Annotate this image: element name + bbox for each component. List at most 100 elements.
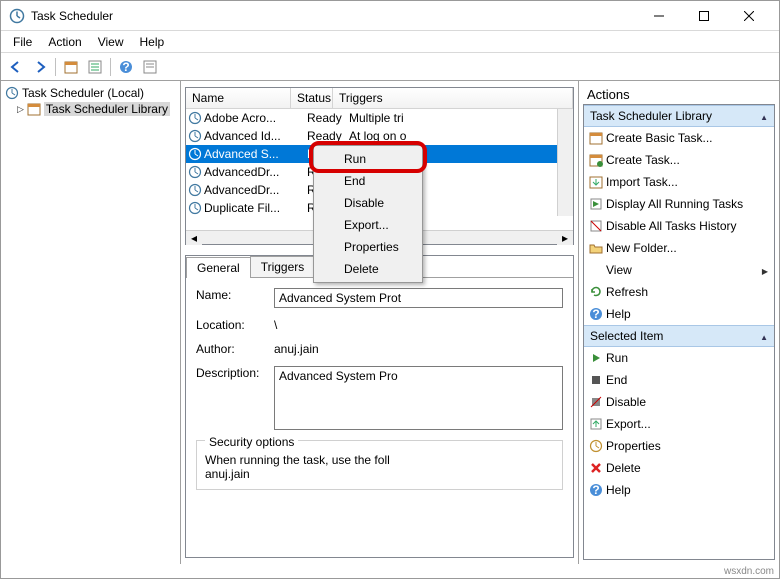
center-pane: Name Status Triggers Adobe Acro...ReadyM… — [181, 81, 579, 564]
svg-text:?: ? — [592, 307, 599, 321]
action-label: Help — [606, 307, 631, 321]
menu-bar: File Action View Help — [1, 31, 779, 53]
running-icon — [588, 196, 604, 212]
context-menu-run[interactable]: Run — [316, 148, 420, 170]
watermark: wsxdn.com — [724, 566, 774, 577]
action-label: Run — [606, 351, 628, 365]
action-properties[interactable]: Properties — [584, 435, 774, 457]
tab-triggers[interactable]: Triggers — [250, 256, 316, 277]
close-button[interactable] — [726, 2, 771, 30]
context-menu-end[interactable]: End — [316, 170, 420, 192]
actions-section-selected[interactable]: Selected Item — [584, 325, 774, 347]
tree-root-label: Task Scheduler (Local) — [22, 86, 144, 100]
maximize-button[interactable] — [681, 2, 726, 30]
collapse-icon[interactable] — [760, 109, 768, 123]
calendar-new-icon — [588, 152, 604, 168]
security-text: When running the task, use the foll — [205, 453, 554, 467]
tree-child[interactable]: ▷ Task Scheduler Library — [3, 101, 178, 117]
menu-view[interactable]: View — [90, 33, 132, 51]
expand-icon[interactable]: ▷ — [17, 104, 24, 115]
details-icon[interactable] — [84, 56, 106, 78]
context-menu-properties[interactable]: Properties — [316, 236, 420, 258]
action-display-all-running-tasks[interactable]: Display All Running Tasks — [584, 193, 774, 215]
action-import-task-[interactable]: Import Task... — [584, 171, 774, 193]
action-label: Create Basic Task... — [606, 131, 713, 145]
forward-button[interactable] — [29, 56, 51, 78]
action-label: Disable — [606, 395, 646, 409]
action-delete[interactable]: Delete — [584, 457, 774, 479]
task-details: General Triggers A Name: Advanced System… — [185, 255, 574, 558]
security-legend: Security options — [205, 435, 298, 449]
tree-pane: Task Scheduler (Local) ▷ Task Scheduler … — [1, 81, 181, 564]
blank-icon — [588, 262, 604, 278]
minimize-button[interactable] — [636, 2, 681, 30]
context-menu: RunEndDisableExport...PropertiesDelete — [313, 145, 423, 283]
svg-text:?: ? — [592, 483, 599, 497]
help-icon: ? — [588, 482, 604, 498]
action-end[interactable]: End — [584, 369, 774, 391]
properties-icon[interactable] — [139, 56, 161, 78]
refresh-icon — [588, 284, 604, 300]
action-disable[interactable]: Disable — [584, 391, 774, 413]
task-status: Ready — [307, 111, 349, 125]
context-menu-export-[interactable]: Export... — [316, 214, 420, 236]
task-name: Duplicate Fil... — [204, 201, 307, 215]
action-label: Create Task... — [606, 153, 680, 167]
author-label: Author: — [196, 342, 274, 356]
svg-text:?: ? — [122, 60, 129, 74]
title-bar: Task Scheduler — [1, 1, 779, 31]
collapse-icon[interactable] — [760, 329, 768, 343]
action-disable-all-tasks-history[interactable]: Disable All Tasks History — [584, 215, 774, 237]
actions-section-library[interactable]: Task Scheduler Library — [584, 105, 774, 127]
col-name[interactable]: Name — [186, 88, 291, 108]
task-name: Adobe Acro... — [204, 111, 307, 125]
task-name: AdvancedDr... — [204, 183, 307, 197]
action-export-[interactable]: Export... — [584, 413, 774, 435]
description-field[interactable]: Advanced System Pro — [274, 366, 563, 430]
col-status[interactable]: Status — [291, 88, 333, 108]
location-label: Location: — [196, 318, 274, 332]
action-refresh[interactable]: Refresh — [584, 281, 774, 303]
action-label: Display All Running Tasks — [606, 197, 743, 211]
table-row[interactable]: Adobe Acro...ReadyMultiple tri — [186, 109, 573, 127]
task-name: AdvancedDr... — [204, 165, 307, 179]
export-icon — [588, 416, 604, 432]
task-list-header: Name Status Triggers — [186, 88, 573, 109]
vertical-scrollbar[interactable] — [557, 109, 573, 216]
action-new-folder-[interactable]: New Folder... — [584, 237, 774, 259]
action-help[interactable]: ?Help — [584, 479, 774, 501]
action-label: Refresh — [606, 285, 648, 299]
calendar-icon[interactable] — [60, 56, 82, 78]
action-view[interactable]: View — [584, 259, 774, 281]
name-field[interactable]: Advanced System Prot — [274, 288, 563, 308]
calendar-icon — [588, 130, 604, 146]
tree-root[interactable]: Task Scheduler (Local) — [3, 85, 178, 101]
window-controls — [636, 2, 771, 30]
back-button[interactable] — [5, 56, 27, 78]
table-row[interactable]: Advanced Id...ReadyAt log on o — [186, 127, 573, 145]
scroll-right-icon[interactable]: ▸ — [557, 231, 573, 245]
tab-general[interactable]: General — [186, 257, 251, 278]
menu-file[interactable]: File — [5, 33, 40, 51]
context-menu-disable[interactable]: Disable — [316, 192, 420, 214]
scroll-left-icon[interactable]: ◂ — [186, 231, 202, 245]
action-help[interactable]: ? Help — [584, 303, 774, 325]
properties-icon — [588, 438, 604, 454]
action-label: New Folder... — [606, 241, 677, 255]
clock-icon — [188, 183, 202, 197]
action-create-basic-task-[interactable]: Create Basic Task... — [584, 127, 774, 149]
action-run[interactable]: Run — [584, 347, 774, 369]
task-triggers: At log on o — [349, 129, 571, 143]
clock-icon — [188, 111, 202, 125]
action-create-task-[interactable]: Create Task... — [584, 149, 774, 171]
delete-icon — [588, 460, 604, 476]
menu-action[interactable]: Action — [40, 33, 89, 51]
help-icon[interactable]: ? — [115, 56, 137, 78]
action-label: End — [606, 373, 627, 387]
name-label: Name: — [196, 288, 274, 302]
context-menu-delete[interactable]: Delete — [316, 258, 420, 280]
menu-help[interactable]: Help — [132, 33, 173, 51]
clock-icon — [188, 129, 202, 143]
col-triggers[interactable]: Triggers — [333, 88, 573, 108]
end-icon — [588, 372, 604, 388]
